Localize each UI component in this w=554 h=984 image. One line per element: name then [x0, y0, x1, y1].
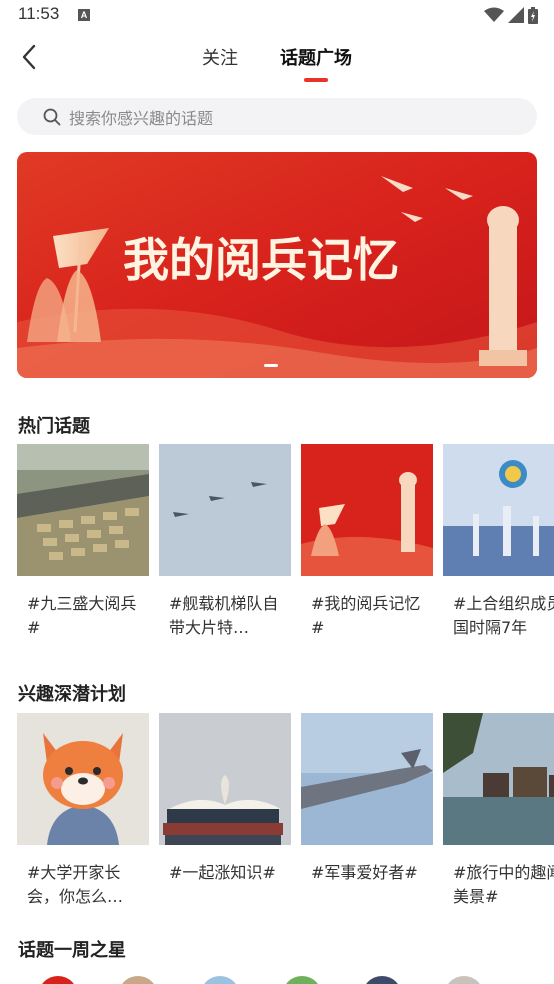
topic-image	[159, 713, 291, 845]
top-nav: 关注 话题广场	[0, 30, 554, 86]
battery-icon	[528, 6, 538, 24]
topic-title: #一起涨知识#	[169, 863, 276, 882]
search-input[interactable]: 搜索你感兴趣的话题	[17, 98, 537, 135]
topic-card[interactable]: #九三盛大阅兵#	[17, 444, 149, 640]
wifi-icon	[484, 7, 504, 22]
banner-carousel[interactable]: 我的阅兵记忆	[17, 152, 537, 378]
search-placeholder: 搜索你感兴趣的话题	[69, 108, 214, 128]
topic-card[interactable]: #我的阅兵记忆#	[301, 444, 433, 640]
topic-image	[443, 444, 554, 576]
avatar[interactable]	[38, 976, 78, 984]
section-title-interest: 兴趣深潜计划	[18, 684, 126, 705]
topic-card[interactable]: #大学开家长会，你怎么…	[17, 713, 149, 909]
interest-plan-list: #大学开家长会，你怎么… #一起涨知识# #军事爱好者# #旅行中的趣闻美景#	[17, 713, 554, 913]
banner-image: 我的阅兵记忆	[17, 152, 537, 378]
section-title-hot: 热门话题	[18, 416, 90, 437]
section-title-weekly-star: 话题一周之星	[18, 940, 126, 961]
topic-image	[17, 713, 149, 845]
topic-image	[301, 444, 433, 576]
topic-card[interactable]: #一起涨知识#	[159, 713, 291, 909]
chevron-left-icon	[22, 44, 36, 70]
topic-title: #舰载机梯队自带大片特…	[169, 594, 279, 637]
notification-icon: A	[78, 9, 90, 21]
active-tab-indicator	[304, 78, 328, 82]
hot-topics-list: #九三盛大阅兵# #舰载机梯队自带大片特… #我的阅兵记忆# #上合组织成员国时…	[17, 444, 554, 644]
weekly-star-avatars	[0, 970, 554, 984]
avatar[interactable]	[282, 976, 322, 984]
avatar[interactable]	[444, 976, 484, 984]
status-time: 11:53	[18, 4, 60, 23]
status-bar: 11:53 A	[0, 0, 554, 30]
topic-card[interactable]: #上合组织成员国时隔7年	[443, 444, 554, 640]
topic-card[interactable]: #旅行中的趣闻美景#	[443, 713, 554, 909]
topic-title: #上合组织成员国时隔7年	[453, 594, 554, 637]
signal-icon	[508, 7, 524, 23]
topic-card[interactable]: #舰载机梯队自带大片特…	[159, 444, 291, 640]
search-icon	[43, 108, 61, 125]
tab-topic-square[interactable]: 话题广场	[280, 44, 352, 70]
topic-title: #旅行中的趣闻美景#	[453, 863, 554, 906]
topic-title: #九三盛大阅兵#	[27, 594, 137, 637]
carousel-indicator	[264, 364, 278, 367]
avatar[interactable]	[362, 976, 402, 984]
topic-image	[301, 713, 433, 845]
avatar[interactable]	[118, 976, 158, 984]
status-icons	[484, 6, 538, 24]
back-button[interactable]	[14, 42, 44, 72]
topic-image	[17, 444, 149, 576]
topic-title: #大学开家长会，你怎么…	[27, 863, 124, 906]
topic-image	[159, 444, 291, 576]
topic-title: #军事爱好者#	[311, 863, 418, 882]
topic-title: #我的阅兵记忆#	[311, 594, 421, 637]
banner-title: 我的阅兵记忆	[123, 233, 399, 287]
topic-card[interactable]: #军事爱好者#	[301, 713, 433, 909]
topic-image	[443, 713, 554, 845]
tab-follow[interactable]: 关注	[202, 44, 238, 70]
avatar[interactable]	[200, 976, 240, 984]
